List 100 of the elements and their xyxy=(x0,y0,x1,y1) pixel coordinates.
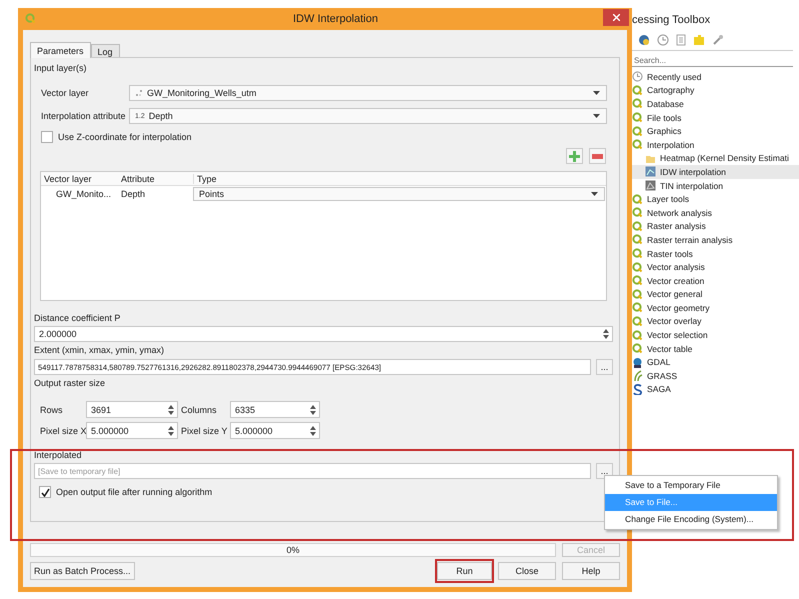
point-layer-icon xyxy=(135,89,143,97)
caret-icon xyxy=(593,91,600,95)
checkbox[interactable] xyxy=(39,486,51,498)
raster-icon xyxy=(645,166,656,178)
remove-button[interactable] xyxy=(589,148,606,164)
history-icon xyxy=(657,34,669,46)
qgis-logo-icon xyxy=(632,126,643,137)
python-icon xyxy=(638,34,650,46)
tree-item[interactable]: GRASS xyxy=(628,369,799,383)
spin-box[interactable]: 2.000000 xyxy=(34,326,613,342)
dialog-button[interactable]: Help xyxy=(562,562,620,580)
checkbox-label: Use Z-coordinate for interpolation xyxy=(58,132,192,142)
qgis-logo-icon xyxy=(632,139,643,150)
table-cell-text: GW_Monito... xyxy=(55,188,112,198)
qgis-logo-icon xyxy=(632,302,643,314)
globe-icon xyxy=(632,356,643,368)
checkbox[interactable] xyxy=(41,131,53,143)
dropdown[interactable]: GW_Monitoring_Wells_utm xyxy=(129,85,607,101)
panel-title: cessing Toolbox xyxy=(631,13,712,28)
wrench-icon xyxy=(712,34,724,46)
field-label: Interpolated xyxy=(34,449,83,462)
close-button[interactable] xyxy=(603,8,629,26)
menu-item[interactable]: Change File Encoding (System)... xyxy=(605,511,777,528)
field-label: Columns xyxy=(181,404,218,414)
tab[interactable]: Log xyxy=(90,44,120,58)
tree-item[interactable]: Database xyxy=(628,97,799,111)
tree-item[interactable]: Vector overlay xyxy=(628,314,799,328)
section-label: Output raster size xyxy=(34,377,106,390)
tree-item[interactable]: GDAL xyxy=(628,355,799,370)
tree-item[interactable]: Vector table xyxy=(628,342,799,356)
tree-item[interactable]: Raster analysis xyxy=(628,220,799,234)
saga-logo-icon xyxy=(632,384,643,395)
field-label: Rows xyxy=(40,404,64,414)
tree-item[interactable]: Vector creation xyxy=(628,274,799,288)
spin-box[interactable]: 6335 xyxy=(230,401,320,418)
search-field[interactable]: Search... xyxy=(630,54,793,66)
spin-arrows-icon xyxy=(168,426,174,436)
field-label: Distance coefficient P xyxy=(34,312,122,325)
qgis-logo-icon xyxy=(632,275,643,286)
column-header: Attribute xyxy=(120,174,156,184)
output-field[interactable]: [Save to temporary file] xyxy=(34,463,591,479)
tree-item[interactable]: Graphics xyxy=(628,124,799,138)
tab[interactable]: Parameters xyxy=(30,42,91,58)
plus-icon xyxy=(569,150,580,162)
qgis-logo-icon xyxy=(632,343,643,354)
field-label: Pixel size Y xyxy=(181,426,227,436)
checkbox-label: Open output file after running algorithm xyxy=(56,487,212,497)
tree-item[interactable]: Raster terrain analysis xyxy=(628,233,799,247)
dialog-button[interactable]: Close xyxy=(498,562,556,580)
spin-arrows-icon xyxy=(310,426,316,436)
dropdown[interactable]: Points xyxy=(193,186,605,200)
qgis-logo-icon xyxy=(632,288,643,300)
dialog-button[interactable]: Run xyxy=(437,562,492,580)
spin-box[interactable]: 5.000000 xyxy=(86,422,178,439)
progress-label: 0% xyxy=(286,545,300,555)
spin-box[interactable]: 3691 xyxy=(86,401,178,418)
qgis-logo-icon xyxy=(632,234,643,246)
field-label: Vector layer xyxy=(41,88,90,98)
tree-item[interactable]: Vector analysis xyxy=(628,260,799,274)
tree-item[interactable]: Layer tools xyxy=(628,192,799,206)
dialog-button[interactable]: Run as Batch Process... xyxy=(30,562,135,580)
tree-item[interactable]: SAGA xyxy=(628,382,799,396)
tree-item[interactable]: Network analysis xyxy=(628,206,799,220)
window-title: IDW Interpolation xyxy=(293,13,378,25)
tree-item[interactable]: Interpolation xyxy=(628,138,799,152)
qgis-logo-icon xyxy=(632,248,643,260)
close-icon xyxy=(612,14,620,20)
menu-item[interactable]: Save to a Temporary File xyxy=(605,477,777,494)
check-icon xyxy=(40,488,50,496)
qgis-logo-icon xyxy=(632,112,643,124)
tree-item[interactable]: Heatmap (Kernel Density Estimati xyxy=(628,152,799,166)
dropdown-value: GW_Monitoring_Wells_utm xyxy=(147,88,258,98)
tree-item[interactable]: Raster tools xyxy=(628,246,799,260)
tree-item[interactable]: File tools xyxy=(628,110,799,124)
caret-icon xyxy=(593,114,600,118)
raster-icon xyxy=(645,180,656,192)
field-value: 6335 xyxy=(235,404,256,414)
qgis-logo-icon xyxy=(632,98,643,110)
minus-icon xyxy=(592,154,603,158)
tree-item[interactable]: Cartography xyxy=(628,84,799,98)
qgis-logo-icon xyxy=(632,84,643,96)
qgis-logo-icon xyxy=(632,316,643,327)
spin-box[interactable]: 5.000000 xyxy=(230,422,320,439)
qgis-logo-icon xyxy=(632,220,643,232)
browse-button[interactable]: ... xyxy=(596,359,613,375)
tree-item[interactable]: Vector geometry xyxy=(628,301,799,315)
puzzle-icon xyxy=(693,34,705,46)
tree-item[interactable]: TIN interpolation xyxy=(628,178,799,192)
caret-icon xyxy=(591,192,598,196)
tree-item[interactable]: Vector general xyxy=(628,288,799,302)
document-icon xyxy=(676,34,686,46)
spin-arrows-icon xyxy=(603,329,609,339)
tree-item[interactable]: Recently used xyxy=(628,70,799,84)
tree-item[interactable]: Vector selection xyxy=(628,328,799,342)
qgis-logo-icon xyxy=(25,13,37,25)
field-value: 5.000000 xyxy=(91,426,130,436)
field-value: 3691 xyxy=(91,404,112,414)
dropdown-value: Depth xyxy=(148,111,174,121)
spin-arrows-icon xyxy=(310,404,316,414)
add-button[interactable] xyxy=(566,148,583,164)
